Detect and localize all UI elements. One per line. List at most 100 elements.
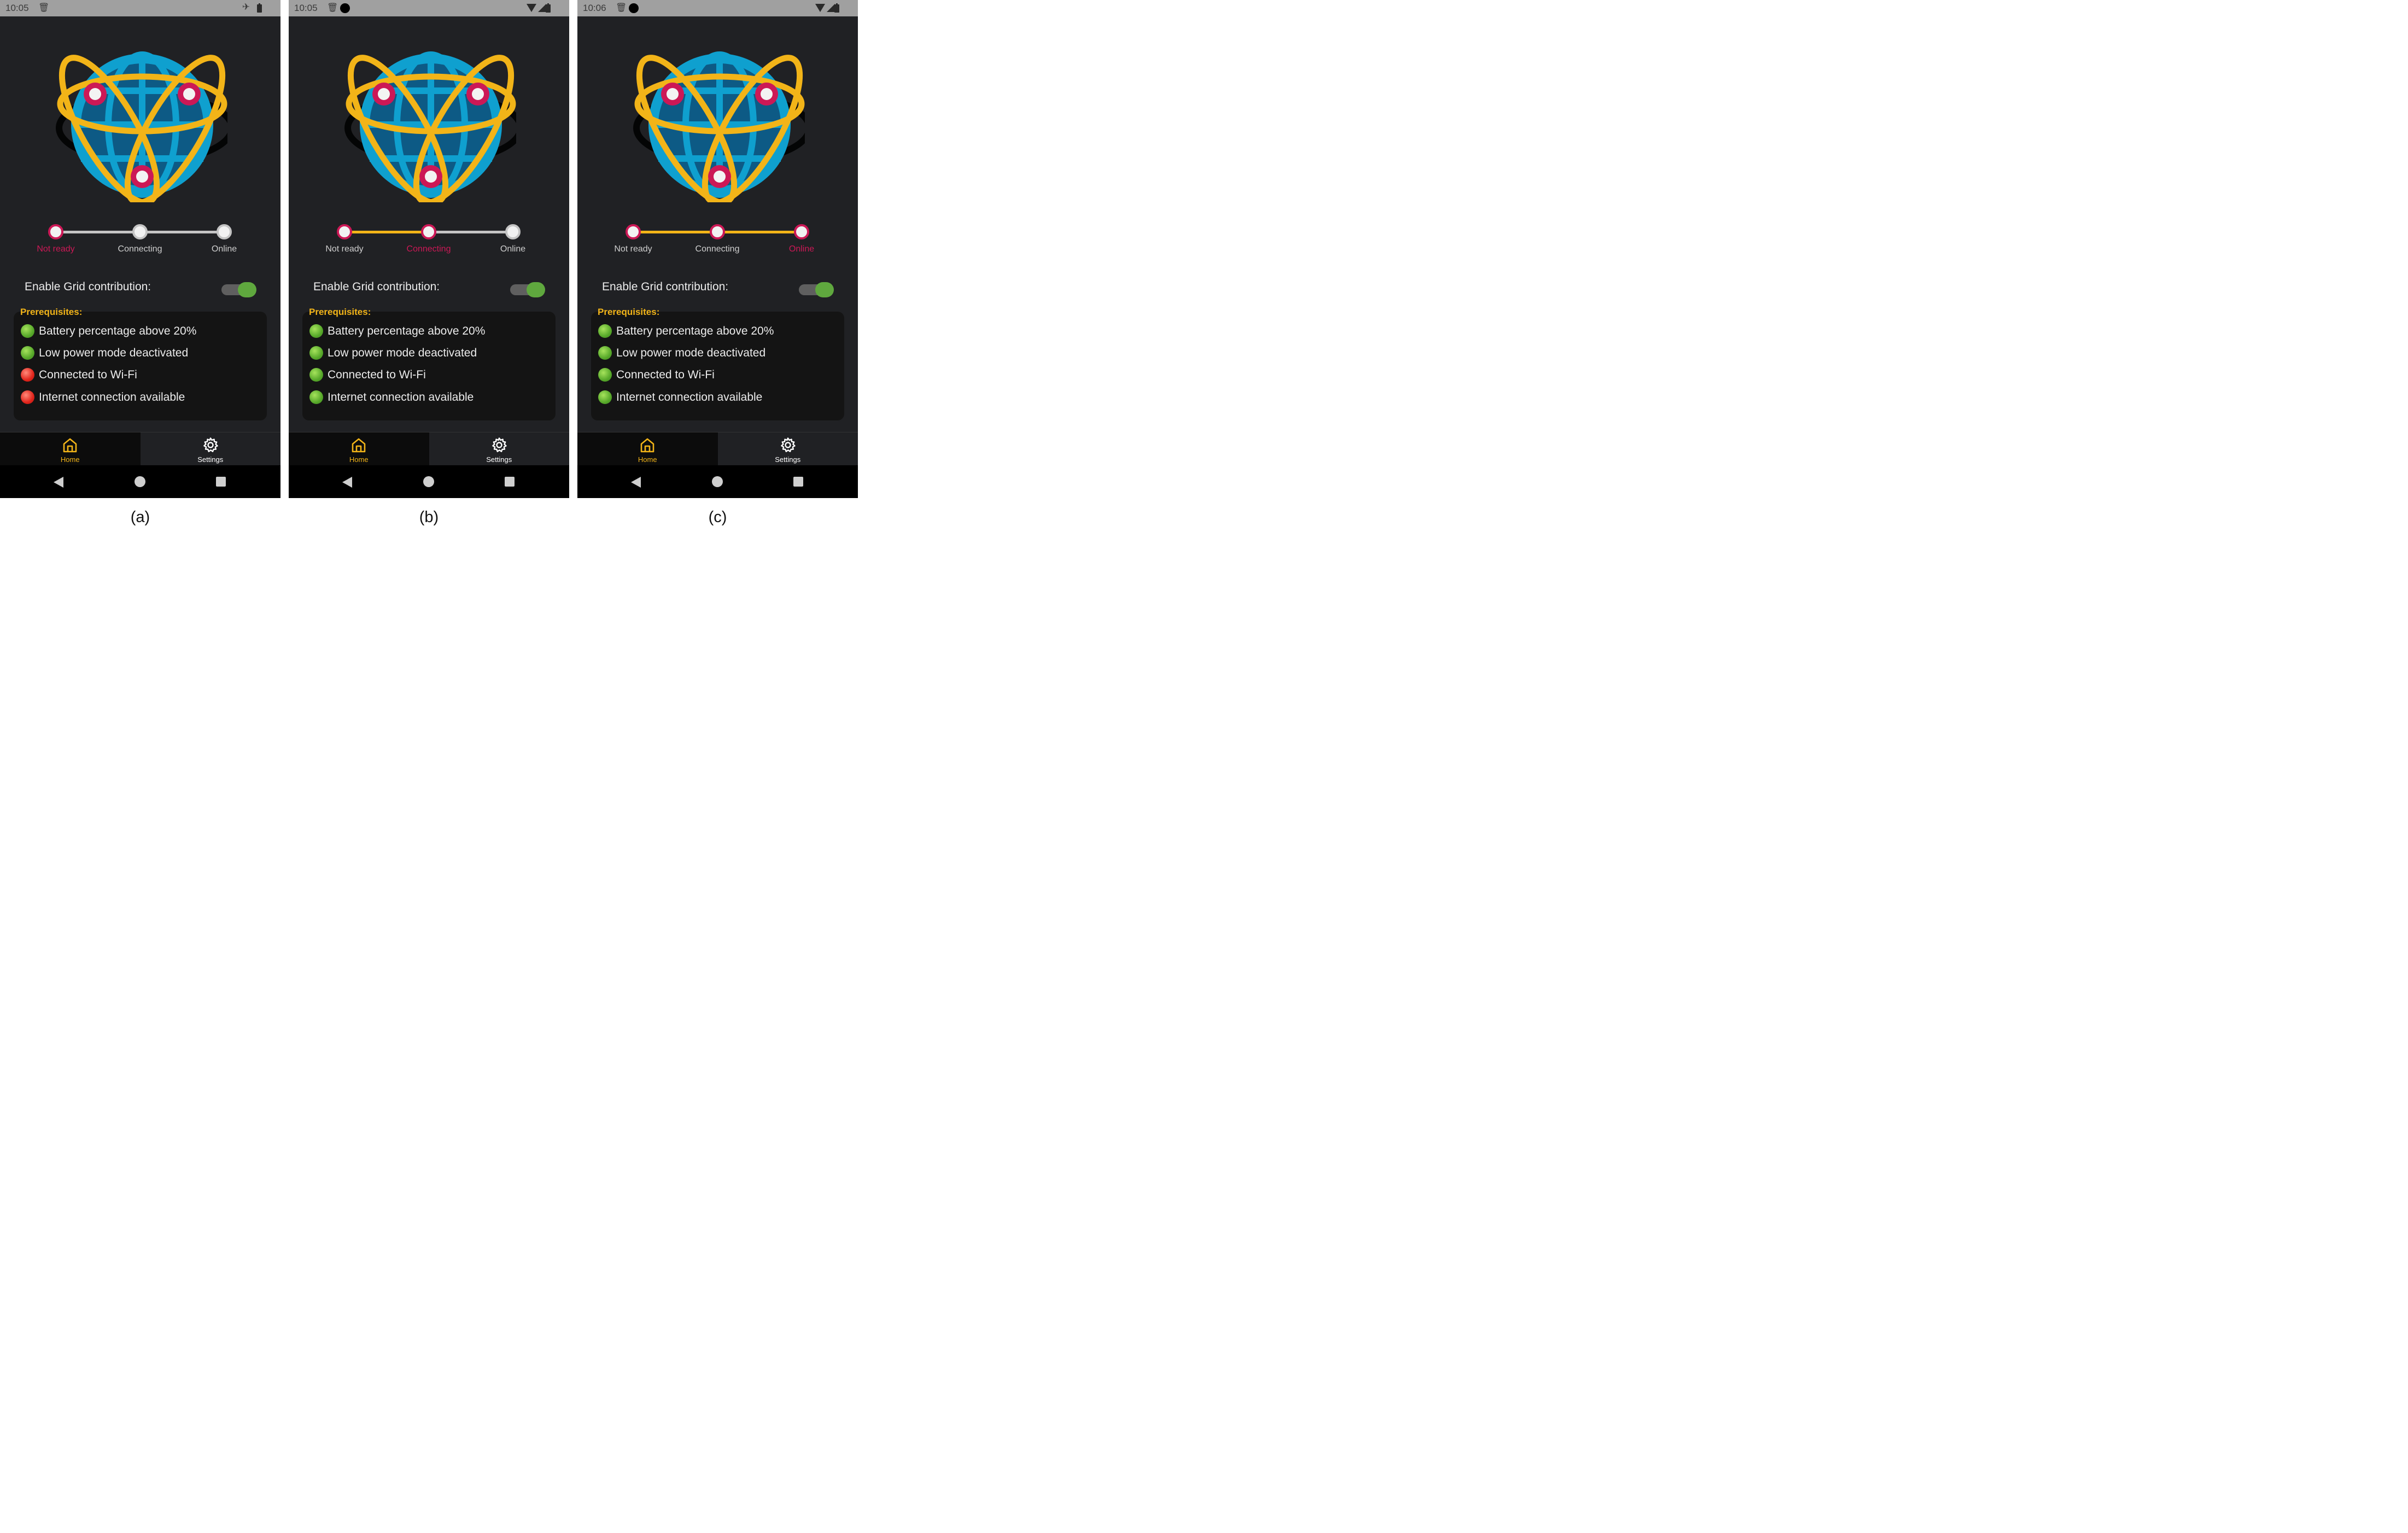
battery-icon [834,3,839,13]
phone-screen-3: 10:06 🗑 Not ready Connecting Online Enab… [577,0,858,498]
status-time: 10:06 [583,3,606,13]
back-icon[interactable] [54,477,63,488]
status-fail-icon [21,368,34,382]
nav-home[interactable]: Home [577,432,718,466]
prerequisite-item: Internet connection available [309,390,474,404]
gear-icon [492,437,507,452]
prerequisite-text: Connected to Wi-Fi [328,368,426,381]
recents-icon[interactable] [793,477,803,487]
nav-settings[interactable]: Settings [717,432,858,466]
status-bar: 10:05 🗑 ✈ [0,0,280,16]
connection-stepper: Not ready Connecting Online [0,221,280,260]
stepper-connector [145,231,219,233]
battery-icon [546,3,551,13]
sim-icon: 🗑 [616,3,627,13]
stepper-node [710,224,725,239]
prerequisite-text: Connected to Wi-Fi [39,368,137,381]
wifi-icon [527,4,536,12]
stepper-label: Connecting [695,244,740,254]
phone-screen-2: 10:05 🗑 Not ready Connecting Online Enab… [289,0,569,498]
notification-dot-icon [629,3,639,13]
grid-contribution-toggle[interactable] [799,282,834,297]
stepper-label: Online [211,244,237,254]
nav-settings[interactable]: Settings [140,432,280,466]
system-navigation-bar [577,465,858,498]
bottom-navigation: Home Settings [289,432,569,466]
prerequisite-text: Battery percentage above 20% [616,324,774,337]
nav-settings-label: Settings [486,455,512,464]
status-bar: 10:05 🗑 [289,0,569,16]
stepper-node [626,224,641,239]
system-home-icon[interactable] [423,476,434,487]
stepper-label: Not ready [614,244,652,254]
prerequisite-item: Battery percentage above 20% [309,324,485,338]
back-icon[interactable] [631,477,641,488]
recents-icon[interactable] [216,477,226,487]
prerequisite-text: Low power mode deactivated [616,346,766,359]
nav-home-label: Home [349,455,369,464]
stepper-label: Connecting [118,244,162,254]
stepper-node [217,224,232,239]
grid-contribution-toggle[interactable] [221,282,256,297]
stepper-label: Connecting [406,244,451,254]
prerequisite-text: Internet connection available [328,390,474,403]
status-ok-icon [309,324,323,338]
home-icon [63,438,77,453]
prerequisite-item: Connected to Wi-Fi [309,368,426,382]
sim-icon: 🗑 [327,3,338,13]
prerequisite-text: Low power mode deactivated [328,346,477,359]
gear-icon [203,437,218,452]
toggle-thumb [527,282,545,297]
nav-settings-label: Settings [775,455,801,464]
connection-stepper: Not ready Connecting Online [289,221,569,260]
connection-stepper: Not ready Connecting Online [577,221,858,260]
prerequisites-title: Prerequisites: [20,307,83,317]
prerequisite-item: Battery percentage above 20% [21,324,196,338]
recents-icon[interactable] [505,477,515,487]
nav-home-label: Home [60,455,80,464]
grid-contribution-toggle[interactable] [510,282,545,297]
status-ok-icon [309,390,323,404]
prerequisite-item: Internet connection available [21,390,185,404]
system-navigation-bar [289,465,569,498]
panel-caption: (a) [130,508,150,526]
prerequisite-item: Low power mode deactivated [309,346,477,360]
prerequisite-text: Internet connection available [616,390,763,403]
status-time: 10:05 [294,3,318,13]
stepper-node [337,224,352,239]
toggle-thumb [815,282,834,297]
status-ok-icon [598,346,612,360]
nav-home[interactable]: Home [0,432,141,466]
system-home-icon[interactable] [712,476,723,487]
stepper-label: Online [500,244,526,254]
stepper-node [505,224,521,239]
status-time: 10:05 [5,3,29,13]
grid-globe-logo-icon [56,51,227,202]
grid-globe-logo-icon [633,51,805,202]
signal-icon [538,4,546,12]
prerequisite-text: Battery percentage above 20% [328,324,486,337]
phone-screen-1: 10:05 🗑 ✈ Not ready Connecting Online En… [0,0,280,498]
status-ok-icon [21,346,34,360]
grid-globe-logo-icon [344,51,516,202]
status-ok-icon [598,390,612,404]
prerequisite-item: Connected to Wi-Fi [598,368,715,382]
nav-settings[interactable]: Settings [429,432,569,466]
grid-contribution-label: Enable Grid contribution: [25,280,151,293]
system-home-icon[interactable] [135,476,145,487]
stepper-connector [434,231,507,233]
nav-home[interactable]: Home [289,432,429,466]
toggle-thumb [238,282,256,297]
prerequisite-item: Internet connection available [598,390,762,404]
prerequisite-text: Battery percentage above 20% [39,324,197,337]
bottom-navigation: Home Settings [0,432,280,466]
back-icon[interactable] [342,477,352,488]
status-ok-icon [21,324,34,338]
stepper-node [794,224,809,239]
grid-contribution-label: Enable Grid contribution: [602,280,729,293]
prerequisite-item: Low power mode deactivated [598,346,765,360]
stepper-connector [350,231,423,233]
status-ok-icon [309,346,323,360]
stepper-node [132,224,148,239]
stepper-node [421,224,436,239]
